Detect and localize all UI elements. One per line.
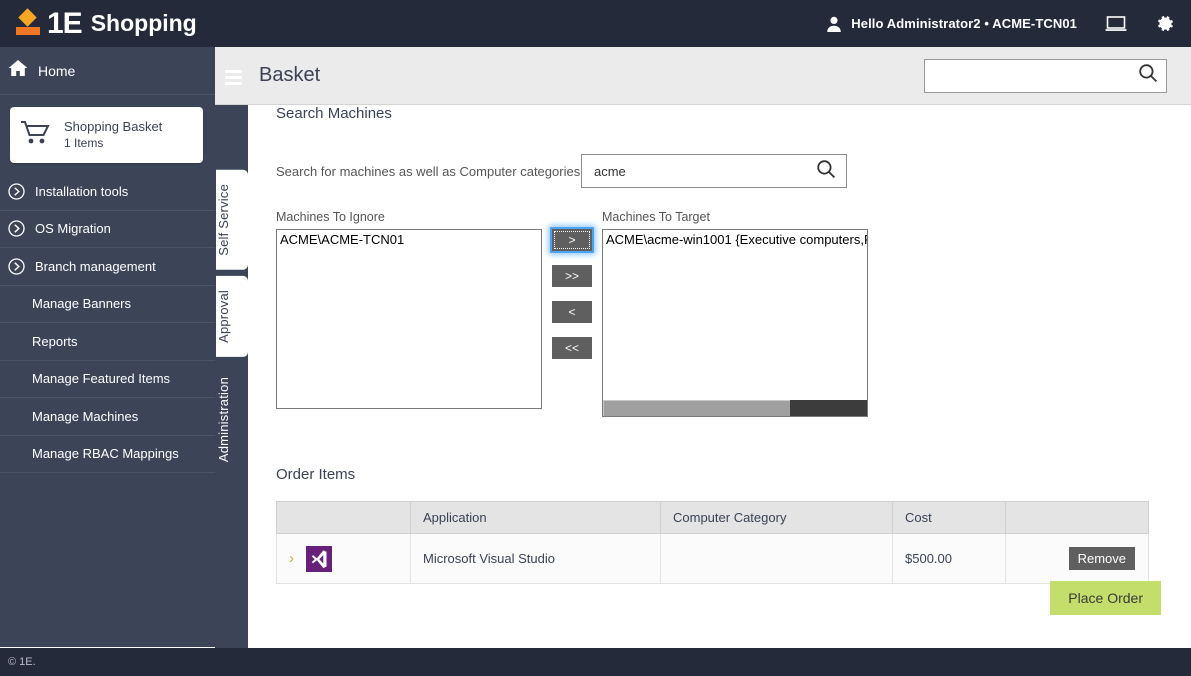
sidebar-item-label: Manage Featured Items <box>32 371 171 387</box>
chevron-circle-right-icon <box>8 183 25 200</box>
sidebar-item-manage-rbac-mappings[interactable]: Manage RBAC Mappings <box>0 436 215 473</box>
top-bar-right: Hello Administrator2 • ACME-TCN01 <box>825 14 1175 34</box>
sidebar-item-os-migration[interactable]: OS Migration <box>0 211 215 248</box>
content-header: Basket <box>215 47 1191 105</box>
sidebar-item-manage-featured-items[interactable]: Manage Featured Items <box>0 361 215 398</box>
sidebar-item-label: Manage RBAC Mappings <box>32 446 179 462</box>
tab-approval[interactable]: Approval <box>216 275 248 357</box>
global-search-box[interactable] <box>924 58 1167 93</box>
cell-computer-category <box>660 533 893 584</box>
brand-name-text: Shopping <box>90 10 197 36</box>
list-item[interactable]: ACME\acme-win1001 {Executive computers,F… <box>603 230 867 247</box>
tab-self-service[interactable]: Self Service <box>216 170 248 270</box>
move-all-left-button[interactable]: << <box>552 337 592 359</box>
top-bar: 1E Shopping Hello Administrator2 • ACME-… <box>0 0 1191 47</box>
order-items-heading: Order Items <box>276 466 356 483</box>
basket-item-count: 1 Items <box>64 136 104 150</box>
move-all-right-button[interactable]: >> <box>552 265 592 287</box>
sidebar-item-label: Branch management <box>35 258 156 274</box>
shopping-cart-icon <box>20 120 52 151</box>
table-row: › Microsoft Visual Studio $500.00 Remove <box>276 533 1149 584</box>
machine-search-box[interactable] <box>581 154 847 188</box>
main-content: Search Machines Search for machines as w… <box>248 105 1191 648</box>
machine-transfer-widget: Machines To Ignore ACME\ACME-TCN01 > >> … <box>248 210 1191 417</box>
cell-application: Microsoft Visual Studio <box>410 533 661 584</box>
column-header-application: Application <box>410 501 661 534</box>
scrollbar-thumb[interactable] <box>603 400 791 416</box>
sidebar-item-reports[interactable]: Reports <box>0 323 215 361</box>
column-header-icon <box>276 501 411 534</box>
sidebar-item-label: Manage Machines <box>32 408 139 424</box>
vertical-tab-group: Self Service Approval Administration <box>216 170 248 482</box>
basket-title: Shopping Basket <box>64 119 163 134</box>
chevron-circle-right-icon <box>8 220 25 237</box>
sidebar-item-label: Installation tools <box>35 183 129 199</box>
search-machines-heading: Search Machines <box>276 105 392 122</box>
sidebar-item-label: Manage Banners <box>32 296 132 312</box>
hamburger-menu-icon[interactable] <box>225 70 242 88</box>
machines-to-target-list[interactable]: ACME\acme-win1001 {Executive computers,F… <box>602 229 868 417</box>
home-icon <box>8 59 28 82</box>
sidebar-item-manage-machines[interactable]: Manage Machines <box>0 398 215 436</box>
machine-search-label: Search for machines as well as Computer … <box>276 163 581 179</box>
machine-search-input[interactable] <box>592 162 816 180</box>
row-expand-chevron-icon[interactable]: › <box>289 550 294 567</box>
move-right-button[interactable]: > <box>552 229 592 251</box>
global-search-input[interactable] <box>933 67 1138 84</box>
shopping-basket-card[interactable]: Shopping Basket 1 Items <box>10 107 203 163</box>
column-header-computer-category: Computer Category <box>660 501 893 534</box>
gear-icon[interactable] <box>1155 14 1175 34</box>
move-left-button[interactable]: < <box>552 301 592 323</box>
list-item[interactable]: ACME\ACME-TCN01 <box>277 230 541 247</box>
user-icon <box>825 15 843 33</box>
column-header-actions <box>1005 501 1149 534</box>
sidebar-home-label: Home <box>38 62 76 79</box>
footer: © 1E. <box>0 648 1191 676</box>
sidebar-item-branch-management[interactable]: Branch management <box>0 248 215 286</box>
column-header-cost: Cost <box>892 501 1006 534</box>
search-icon[interactable] <box>816 159 836 184</box>
table-header-row: Application Computer Category Cost <box>276 501 1149 534</box>
horizontal-scrollbar[interactable] <box>603 400 867 416</box>
order-items-table: Application Computer Category Cost › Mic… <box>276 501 1149 584</box>
place-order-button[interactable]: Place Order <box>1050 581 1161 615</box>
user-greeting: Hello Administrator2 • ACME-TCN01 <box>851 16 1077 31</box>
brand-logo[interactable]: 1E Shopping <box>14 6 197 40</box>
machines-to-ignore-list[interactable]: ACME\ACME-TCN01 <box>276 229 542 409</box>
row-icon-cell: › <box>276 533 411 584</box>
machines-to-ignore-label: Machines To Ignore <box>276 210 385 224</box>
search-icon[interactable] <box>1138 63 1158 88</box>
machines-to-target-label: Machines To Target <box>602 210 710 224</box>
sidebar-item-label: OS Migration <box>35 221 111 237</box>
visual-studio-icon <box>305 545 332 572</box>
remove-button[interactable]: Remove <box>1068 547 1135 570</box>
brand-mark-text: 1E <box>47 6 83 40</box>
footer-copyright: © 1E. <box>8 656 36 668</box>
machine-search-row: Search for machines as well as Computer … <box>248 154 1191 188</box>
monitor-icon[interactable] <box>1105 15 1127 33</box>
sidebar-item-installation-tools[interactable]: Installation tools <box>0 173 215 211</box>
cell-cost: $500.00 <box>892 533 1006 584</box>
tab-administration[interactable]: Administration <box>216 362 248 476</box>
sidebar-item-home[interactable]: Home <box>0 47 215 95</box>
sidebar-item-label: Reports <box>32 333 78 349</box>
page-title: Basket <box>259 64 321 86</box>
transfer-button-group: > >> < << <box>552 229 592 373</box>
sidebar-item-manage-banners[interactable]: Manage Banners <box>0 286 215 323</box>
1e-logo-icon <box>14 7 44 39</box>
chevron-circle-right-icon <box>8 258 25 275</box>
sidebar: Home Shopping Basket 1 Items Installatio… <box>0 47 215 647</box>
cell-actions: Remove <box>1005 533 1149 584</box>
